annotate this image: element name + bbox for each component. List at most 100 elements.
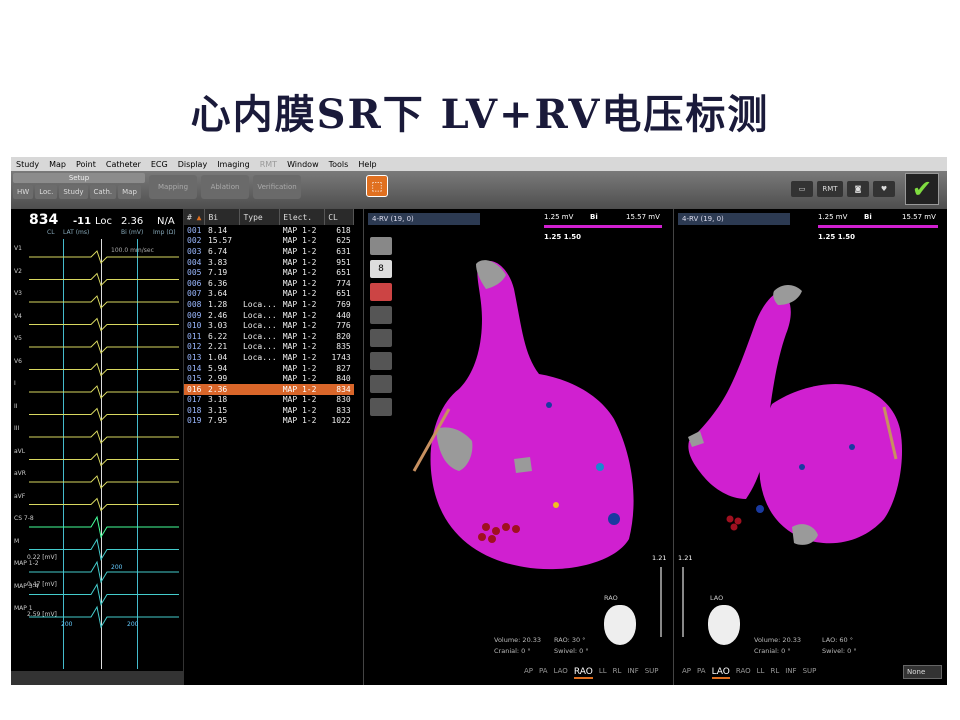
subtab-cath[interactable]: Cath. xyxy=(89,185,117,199)
ecg-scrollbar[interactable] xyxy=(11,671,183,685)
col-bi[interactable]: Bi xyxy=(204,209,241,225)
subtab-study[interactable]: Study xyxy=(59,185,88,199)
table-row[interactable]: 016 2.36 MAP 1-2 834 xyxy=(184,383,354,395)
mapping-button[interactable]: Mapping xyxy=(149,175,197,199)
table-row[interactable]: 007 3.64 MAP 1-2 651 xyxy=(184,289,354,300)
lv-surface[interactable] xyxy=(759,383,903,544)
scale-map12: 0.47 [mV] xyxy=(27,581,57,588)
table-row[interactable]: 009 2.46 Loca... MAP 1-2 440 xyxy=(184,310,354,321)
threshold-slider[interactable] xyxy=(682,567,684,637)
table-row[interactable]: 006 6.36 MAP 1-2 774 xyxy=(184,278,354,289)
bi-value: 2.36 xyxy=(121,216,144,227)
subtab-map[interactable]: Map xyxy=(118,185,141,199)
table-row[interactable]: 005 7.19 MAP 1-2 651 xyxy=(184,267,354,278)
cell-type: Loca... xyxy=(242,352,277,362)
table-row[interactable]: 011 6.22 Loca... MAP 1-2 820 xyxy=(184,331,354,342)
view-sup[interactable]: SUP xyxy=(803,667,817,679)
cursor-line-right[interactable] xyxy=(137,239,138,669)
toolbar: Setup HW Loc. Study Cath. Map Mapping Ab… xyxy=(11,171,947,209)
view-lao[interactable]: LAO xyxy=(711,667,730,679)
view-pa[interactable]: PA xyxy=(697,667,706,679)
table-row[interactable]: 010 3.03 Loca... MAP 1-2 776 xyxy=(184,320,354,331)
cranial-readout: Cranial: 0 ° xyxy=(754,647,791,655)
view-rl[interactable]: RL xyxy=(613,667,622,679)
table-row[interactable]: 001 8.14 MAP 1-2 618 xyxy=(184,225,354,236)
view-rao[interactable]: RAO xyxy=(736,667,751,679)
cell-number: 008 xyxy=(187,299,202,309)
setup-tab[interactable]: Setup xyxy=(13,173,145,183)
lat-label: LAT (ms) xyxy=(63,229,90,236)
orientation-heart-icon[interactable] xyxy=(708,605,740,645)
menu-rmt[interactable]: RMT xyxy=(260,160,277,169)
view-ll[interactable]: LL xyxy=(599,667,607,679)
cell-number: 010 xyxy=(187,321,202,331)
table-row[interactable]: 019 7.95 MAP 1-2 1022 xyxy=(184,416,354,427)
ablation-button[interactable]: Ablation xyxy=(201,175,249,199)
col-electrode[interactable]: Elect. xyxy=(279,209,326,225)
table-row[interactable]: 015 2.99 MAP 1-2 840 xyxy=(184,373,354,384)
table-row[interactable]: 004 3.83 MAP 1-2 951 xyxy=(184,257,354,268)
view-ll[interactable]: LL xyxy=(757,667,765,679)
menu-window[interactable]: Window xyxy=(287,160,319,169)
ecg-traces xyxy=(29,239,179,669)
table-row[interactable]: 018 3.15 MAP 1-2 833 xyxy=(184,405,354,416)
camera-icon[interactable]: ◙ xyxy=(847,181,869,197)
view-info-right: RAO: 30 ° Swivel: 0 ° xyxy=(554,635,589,657)
table-row[interactable]: 017 3.18 MAP 1-2 830 xyxy=(184,395,354,406)
menu-imaging[interactable]: Imaging xyxy=(217,160,250,169)
orientation-heart-icon[interactable] xyxy=(604,605,636,645)
verification-button[interactable]: Verification xyxy=(253,175,301,199)
checkmark-icon[interactable]: ✔ xyxy=(905,173,939,205)
col-type[interactable]: Type xyxy=(239,209,281,225)
menu-study[interactable]: Study xyxy=(16,160,39,169)
col-number[interactable]: # ▲ xyxy=(184,209,206,225)
view-rl[interactable]: RL xyxy=(770,667,779,679)
view-ap[interactable]: AP xyxy=(682,667,691,679)
view-pa[interactable]: PA xyxy=(539,667,548,679)
view-rao[interactable]: RAO xyxy=(573,667,593,679)
table-row[interactable]: 008 1.28 Loca... MAP 1-2 769 xyxy=(184,299,354,310)
view-inf[interactable]: INF xyxy=(627,667,638,679)
subtab-loc[interactable]: Loc. xyxy=(35,185,58,199)
setup-subtabs: HW Loc. Study Cath. Map xyxy=(13,185,141,199)
subtab-hw[interactable]: HW xyxy=(13,185,34,199)
map-viewport-lao[interactable]: 4-RV (19, 0) 1.25 mV Bi 15.57 mV 1.25 1.… xyxy=(673,209,947,685)
menu-point[interactable]: Point xyxy=(76,160,96,169)
lead-label: III xyxy=(14,425,20,432)
col-cl[interactable]: CL xyxy=(324,209,355,225)
cell-bi: 7.19 xyxy=(207,268,228,278)
table-row[interactable]: 002 15.57 MAP 1-2 625 xyxy=(184,236,354,247)
threshold-slider[interactable] xyxy=(660,567,662,637)
view-sup[interactable]: SUP xyxy=(645,667,659,679)
table-row[interactable]: 013 1.04 Loca... MAP 1-2 1743 xyxy=(184,352,354,363)
record-icon[interactable]: ⬚ xyxy=(366,175,388,197)
ecg-trace xyxy=(29,430,179,444)
table-row[interactable]: 014 5.94 MAP 1-2 827 xyxy=(184,363,354,374)
overlay-select[interactable]: None xyxy=(903,665,942,679)
menu-help[interactable]: Help xyxy=(358,160,376,169)
table-row[interactable]: 003 6.74 MAP 1-2 631 xyxy=(184,246,354,257)
menu-map[interactable]: Map xyxy=(49,160,66,169)
heart-icon[interactable]: ♥ xyxy=(873,181,895,197)
cell-type xyxy=(240,225,280,236)
rmt-icon[interactable]: RMT xyxy=(817,181,843,197)
cell-electrode: MAP 1-2 xyxy=(279,383,325,395)
heart-surface[interactable] xyxy=(430,260,634,570)
monitor-icon[interactable]: ▭ xyxy=(791,181,813,197)
view-ap[interactable]: AP xyxy=(524,667,533,679)
menu-display[interactable]: Display xyxy=(178,160,208,169)
ablation-point[interactable] xyxy=(553,502,559,508)
lead-label: V2 xyxy=(14,267,22,275)
cell-cl: 769 xyxy=(336,299,351,309)
table-row[interactable]: 012 2.21 Loca... MAP 1-2 835 xyxy=(184,342,354,353)
view-inf[interactable]: INF xyxy=(785,667,796,679)
tag-cluster[interactable] xyxy=(726,515,742,531)
imp-value: N/A xyxy=(157,216,175,227)
menu-catheter[interactable]: Catheter xyxy=(106,160,141,169)
menu-ecg[interactable]: ECG xyxy=(151,160,168,169)
view-lao[interactable]: LAO xyxy=(554,667,568,679)
menu-tools[interactable]: Tools xyxy=(329,160,349,169)
cell-bi: 5.94 xyxy=(207,363,228,373)
map-viewport-rao[interactable]: 4-RV (19, 0) 1.25 mV Bi 15.57 mV 1.25 1.… xyxy=(363,209,672,685)
cursor-line-left[interactable] xyxy=(63,239,64,669)
